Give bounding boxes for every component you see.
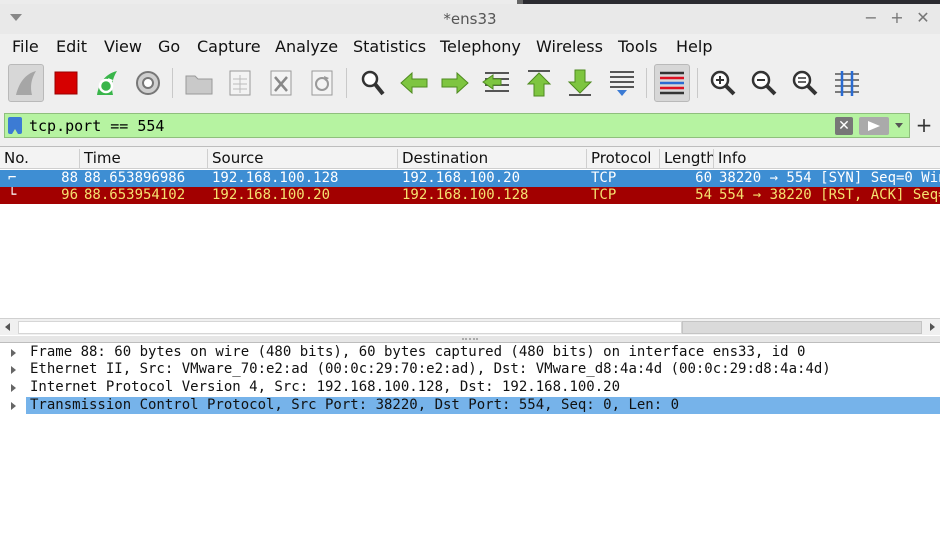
scroll-left-icon[interactable] xyxy=(5,323,10,331)
find-packet-icon[interactable] xyxy=(355,64,391,102)
zoom-in-icon[interactable] xyxy=(705,64,741,102)
packet-length: 54 xyxy=(695,187,712,203)
menu-analyze[interactable]: Analyze xyxy=(275,37,338,56)
close-file-icon[interactable] xyxy=(263,64,299,102)
packet-destination: 192.168.100.128 xyxy=(402,187,529,203)
packet-row[interactable]: ⌐ 88 88.653896986 192.168.100.128 192.16… xyxy=(0,170,940,187)
filter-history-dropdown-icon[interactable] xyxy=(895,123,903,128)
packet-list-header: No. Time Source Destination Protocol Len… xyxy=(0,147,940,169)
add-filter-button[interactable]: + xyxy=(914,113,934,138)
detail-row[interactable]: Ethernet II, Src: VMware_70:e2:ad (00:0c… xyxy=(0,361,940,378)
detail-row[interactable]: Frame 88: 60 bytes on wire (480 bits), 6… xyxy=(0,344,940,361)
col-length[interactable]: Length xyxy=(660,149,714,169)
window-title: *ens33 xyxy=(443,10,497,28)
bookmark-icon[interactable] xyxy=(8,117,22,134)
packet-no: 96 xyxy=(61,187,78,203)
expand-arrow-icon[interactable] xyxy=(11,349,16,357)
packet-row[interactable]: └ 96 88.653954102 192.168.100.20 192.168… xyxy=(0,187,940,204)
menu-capture[interactable]: Capture xyxy=(197,37,261,56)
normal-size-icon[interactable] xyxy=(787,64,823,102)
resize-columns-icon[interactable] xyxy=(829,64,865,102)
main-toolbar xyxy=(0,60,940,106)
menu-bar: File Edit View Go Capture Analyze Statis… xyxy=(0,34,940,60)
detail-text: Ethernet II, Src: VMware_70:e2:ad (00:0c… xyxy=(30,361,831,377)
col-protocol[interactable]: Protocol xyxy=(587,149,660,169)
menu-go[interactable]: Go xyxy=(158,37,180,56)
menu-file[interactable]: File xyxy=(12,37,39,56)
autoscroll-icon[interactable] xyxy=(604,64,640,102)
conversation-bracket: ⌐ xyxy=(8,170,17,186)
clear-filter-icon[interactable]: ✕ xyxy=(835,117,853,135)
horizontal-scrollbar[interactable] xyxy=(0,318,940,335)
packet-time: 88.653954102 xyxy=(84,187,186,203)
packet-protocol: TCP xyxy=(591,170,617,186)
col-source[interactable]: Source xyxy=(208,149,398,169)
colorize-icon[interactable] xyxy=(654,64,690,102)
go-to-packet-icon[interactable] xyxy=(478,64,514,102)
first-packet-icon[interactable] xyxy=(521,64,557,102)
go-forward-icon[interactable] xyxy=(437,64,473,102)
detail-row[interactable]: Internet Protocol Version 4, Src: 192.16… xyxy=(0,379,940,396)
expand-arrow-icon[interactable] xyxy=(11,384,16,392)
apply-filter-icon[interactable] xyxy=(859,117,889,135)
packet-length: 60 xyxy=(695,170,712,186)
packet-list: No. Time Source Destination Protocol Len… xyxy=(0,146,940,336)
scroll-track[interactable] xyxy=(18,321,682,334)
zoom-out-icon[interactable] xyxy=(746,64,782,102)
detail-text: Internet Protocol Version 4, Src: 192.16… xyxy=(30,379,621,395)
minimize-icon[interactable]: − xyxy=(862,8,880,28)
menu-statistics[interactable]: Statistics xyxy=(353,37,426,56)
detail-text: Frame 88: 60 bytes on wire (480 bits), 6… xyxy=(30,344,806,360)
col-destination[interactable]: Destination xyxy=(398,149,587,169)
packet-time: 88.653896986 xyxy=(84,170,186,186)
packet-protocol: TCP xyxy=(591,187,617,203)
col-time[interactable]: Time xyxy=(80,149,208,169)
maximize-icon[interactable]: + xyxy=(888,8,906,28)
conversation-bracket: └ xyxy=(8,187,17,203)
expand-arrow-icon[interactable] xyxy=(11,402,16,410)
packet-no: 88 xyxy=(61,170,78,186)
open-file-icon[interactable] xyxy=(181,64,217,102)
packet-info: 38220 → 554 [SYN] Seq=0 Win= xyxy=(719,170,940,186)
last-packet-icon[interactable] xyxy=(562,64,598,102)
go-back-icon[interactable] xyxy=(396,64,432,102)
stop-capture-icon[interactable] xyxy=(48,64,84,102)
menu-edit[interactable]: Edit xyxy=(56,37,87,56)
packet-destination: 192.168.100.20 xyxy=(402,170,521,186)
packet-source: 192.168.100.128 xyxy=(212,170,339,186)
title-bar: *ens33 − + ✕ xyxy=(0,4,940,34)
menu-telephony[interactable]: Telephony xyxy=(440,37,521,56)
menu-view[interactable]: View xyxy=(104,37,142,56)
reload-file-icon[interactable] xyxy=(304,64,340,102)
restart-capture-icon[interactable] xyxy=(89,64,125,102)
wireshark-window: *ens33 − + ✕ File Edit View Go Capture A… xyxy=(0,0,940,533)
scroll-right-icon[interactable] xyxy=(930,323,935,331)
packet-source: 192.168.100.20 xyxy=(212,187,331,203)
capture-options-icon[interactable] xyxy=(130,64,166,102)
display-filter-input[interactable] xyxy=(29,115,819,136)
expand-arrow-icon[interactable] xyxy=(11,366,16,374)
detail-row-selected[interactable]: Transmission Control Protocol, Src Port:… xyxy=(0,397,940,414)
display-filter-bar: ✕ xyxy=(4,113,910,138)
save-file-icon[interactable] xyxy=(222,64,258,102)
detail-text: Transmission Control Protocol, Src Port:… xyxy=(30,397,680,413)
packet-info: 554 → 38220 [RST, ACK] Seq= xyxy=(719,187,940,203)
col-info[interactable]: Info xyxy=(714,149,940,169)
close-icon[interactable]: ✕ xyxy=(914,8,932,28)
packet-details: Frame 88: 60 bytes on wire (480 bits), 6… xyxy=(0,342,940,533)
shark-fin-start-icon[interactable] xyxy=(8,64,44,102)
menu-help[interactable]: Help xyxy=(676,37,712,56)
menu-wireless[interactable]: Wireless xyxy=(536,37,603,56)
col-no[interactable]: No. xyxy=(0,149,80,169)
menu-tools[interactable]: Tools xyxy=(618,37,657,56)
scroll-thumb[interactable] xyxy=(682,321,922,334)
